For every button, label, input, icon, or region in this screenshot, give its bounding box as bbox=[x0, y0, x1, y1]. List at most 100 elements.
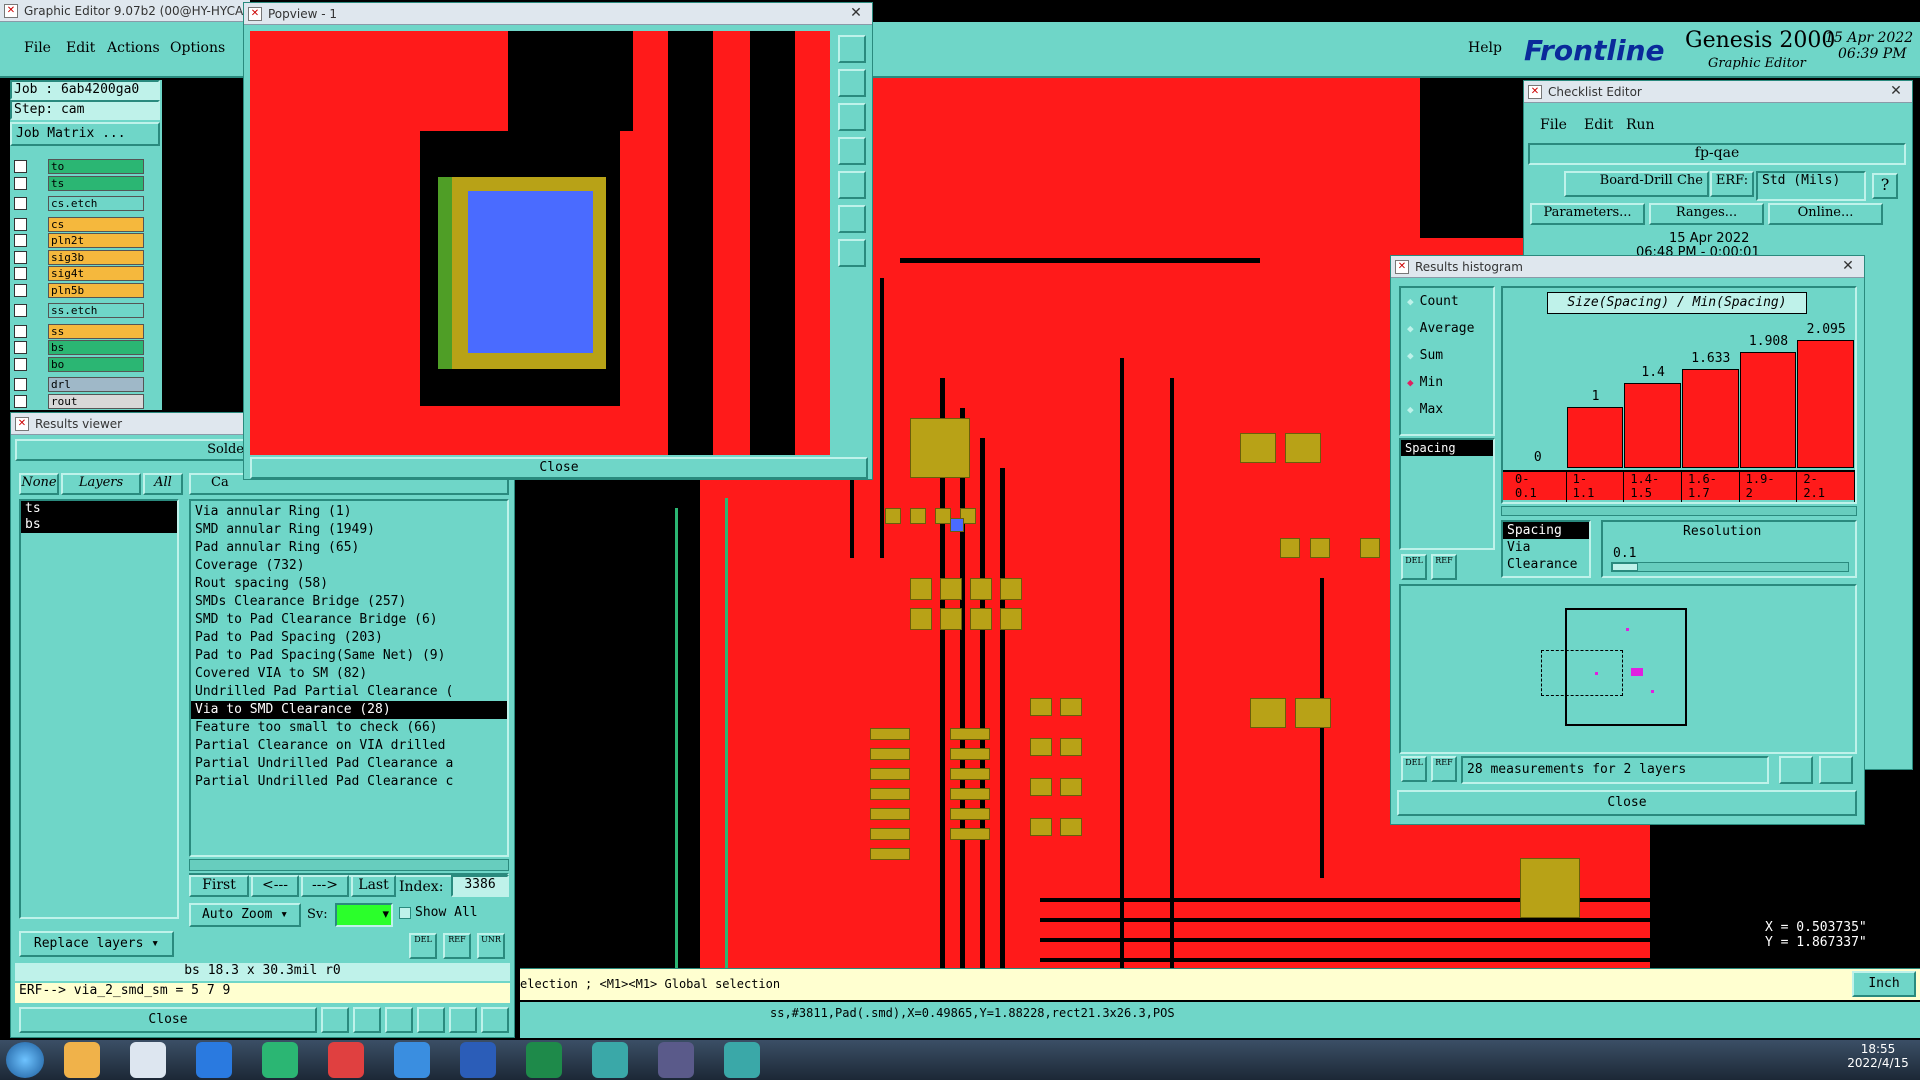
connector-pin[interactable] bbox=[950, 768, 990, 780]
smd-pad[interactable] bbox=[910, 608, 932, 630]
layer-checkbox[interactable] bbox=[14, 250, 27, 264]
connector-pin[interactable] bbox=[870, 808, 910, 820]
pan-up-icon[interactable] bbox=[838, 69, 866, 97]
first-button[interactable]: First bbox=[189, 875, 249, 897]
selected-pad[interactable] bbox=[950, 518, 964, 532]
close-icon[interactable]: ✕ bbox=[846, 5, 866, 21]
histogram-bar[interactable] bbox=[1566, 407, 1624, 468]
smd-pad[interactable] bbox=[970, 578, 992, 600]
layer-checkbox[interactable] bbox=[14, 283, 27, 297]
result-category-item[interactable]: Via annular Ring (1) bbox=[191, 503, 507, 521]
layer-checkbox[interactable] bbox=[14, 394, 27, 408]
zoom-out-icon[interactable] bbox=[838, 239, 866, 267]
smd-pad[interactable] bbox=[935, 508, 951, 524]
taskbar-excel-icon[interactable] bbox=[526, 1042, 562, 1078]
help-button[interactable]: ? bbox=[1872, 173, 1898, 199]
horizontal-scrollbar[interactable] bbox=[189, 859, 509, 871]
taskbar-pads-icon[interactable] bbox=[262, 1042, 298, 1078]
pan-left-icon[interactable] bbox=[838, 137, 866, 165]
view-layers-icon[interactable] bbox=[1779, 756, 1813, 784]
taskbar-app-icon[interactable] bbox=[64, 1042, 100, 1078]
layer-checkbox[interactable] bbox=[14, 234, 27, 247]
pan-down-icon[interactable] bbox=[838, 103, 866, 131]
ranges-button[interactable]: Ranges... bbox=[1649, 203, 1764, 225]
smd-pad[interactable] bbox=[1060, 778, 1082, 796]
histogram-bar[interactable] bbox=[1682, 369, 1739, 468]
zoom-fit-icon[interactable] bbox=[838, 35, 866, 63]
results-category-list[interactable]: Via annular Ring (1) SMD annular Ring (19… bbox=[189, 499, 509, 857]
smd-pad[interactable] bbox=[1000, 608, 1022, 630]
layer-checkbox[interactable] bbox=[14, 357, 27, 371]
connector-pin[interactable] bbox=[870, 728, 910, 740]
taskbar-notepad-icon[interactable] bbox=[130, 1042, 166, 1078]
list-item[interactable]: Via bbox=[1503, 539, 1589, 556]
taskbar-genesis-icon[interactable] bbox=[592, 1042, 628, 1078]
ref-button[interactable]: REF bbox=[1431, 756, 1457, 782]
close-icon[interactable]: ✕ bbox=[1838, 258, 1858, 274]
pan-right-icon[interactable] bbox=[838, 171, 866, 199]
zoom-results-icon[interactable] bbox=[1819, 756, 1853, 784]
result-category-item[interactable]: Pad annular Ring (65) bbox=[191, 539, 507, 557]
connector-pin[interactable] bbox=[870, 828, 910, 840]
start-button[interactable] bbox=[6, 1042, 44, 1078]
smd-pad[interactable] bbox=[1285, 433, 1321, 463]
checklist-menu-file[interactable]: File bbox=[1540, 117, 1567, 133]
smd-pad[interactable] bbox=[1310, 538, 1330, 558]
report-icon[interactable] bbox=[449, 1007, 477, 1033]
ref-button[interactable]: REF bbox=[443, 933, 471, 959]
del-button[interactable]: DEL bbox=[1401, 554, 1427, 580]
list-item[interactable]: bs bbox=[21, 517, 177, 533]
tab-solder[interactable]: Solde bbox=[15, 439, 250, 461]
job-matrix-button[interactable]: Job Matrix ... bbox=[10, 122, 160, 146]
view-icon[interactable] bbox=[353, 1007, 381, 1033]
connector-pin[interactable] bbox=[950, 788, 990, 800]
filter-layers-button[interactable]: Layers bbox=[61, 473, 141, 495]
connector-pin[interactable] bbox=[870, 768, 910, 780]
measure-list[interactable]: Spacing bbox=[1399, 438, 1495, 550]
smd-pad[interactable] bbox=[1060, 698, 1082, 716]
menu-edit[interactable]: Edit bbox=[66, 40, 95, 56]
chart-icon[interactable] bbox=[481, 1007, 509, 1033]
units-button[interactable]: Inch bbox=[1852, 971, 1916, 997]
histogram-close-button[interactable]: Close bbox=[1397, 790, 1857, 816]
option-max[interactable]: ◆ Max bbox=[1407, 402, 1443, 417]
result-category-item[interactable]: Pad to Pad Spacing (203) bbox=[191, 629, 507, 647]
smd-pad[interactable] bbox=[885, 508, 901, 524]
layer-checkbox[interactable] bbox=[14, 217, 27, 231]
histogram-bar[interactable] bbox=[1739, 352, 1797, 468]
smd-pad[interactable] bbox=[1000, 578, 1022, 600]
smd-pad[interactable] bbox=[940, 608, 962, 630]
layer-checkbox[interactable] bbox=[14, 304, 27, 317]
layer-checkbox[interactable] bbox=[14, 378, 27, 391]
show-all-checkbox[interactable] bbox=[399, 907, 411, 919]
smd-pad[interactable] bbox=[1060, 818, 1082, 836]
smd-pad[interactable] bbox=[1030, 698, 1052, 716]
layer-checkbox[interactable] bbox=[14, 160, 27, 173]
smd-pad[interactable] bbox=[910, 508, 926, 524]
selected-pad[interactable] bbox=[468, 191, 593, 353]
result-category-item[interactable]: Rout spacing (58) bbox=[191, 575, 507, 593]
layer-checkbox[interactable] bbox=[14, 176, 27, 190]
connector-pin[interactable] bbox=[870, 748, 910, 760]
checklist-menu-edit[interactable]: Edit bbox=[1584, 117, 1613, 133]
smd-pad[interactable] bbox=[1360, 538, 1380, 558]
check-icon[interactable] bbox=[417, 1007, 445, 1033]
taskbar-cam-icon[interactable] bbox=[724, 1042, 760, 1078]
connector-pin[interactable] bbox=[950, 728, 990, 740]
layer-checkbox[interactable] bbox=[14, 341, 27, 354]
taskbar-save-icon[interactable] bbox=[196, 1042, 232, 1078]
sv-color-dropdown[interactable]: ▾ bbox=[335, 903, 393, 927]
close-icon[interactable]: ✕ bbox=[1886, 83, 1906, 99]
smd-pad[interactable] bbox=[1030, 738, 1052, 756]
smd-pad[interactable] bbox=[1250, 698, 1286, 728]
board-drill-check[interactable]: Board-Drill Che bbox=[1564, 171, 1709, 197]
erf-std-field[interactable]: Std (Mils) bbox=[1756, 171, 1866, 201]
list-item[interactable]: Spacing bbox=[1503, 522, 1589, 539]
connector-pin[interactable] bbox=[870, 848, 910, 860]
option-min[interactable]: ◆ Min bbox=[1407, 375, 1443, 390]
smd-pad[interactable] bbox=[1060, 738, 1082, 756]
auto-zoom-dropdown[interactable]: Auto Zoom ▾ bbox=[189, 903, 301, 927]
histogram-bar[interactable] bbox=[1624, 383, 1681, 468]
online-button[interactable]: Online... bbox=[1768, 203, 1883, 225]
last-button[interactable]: Last bbox=[351, 875, 396, 897]
